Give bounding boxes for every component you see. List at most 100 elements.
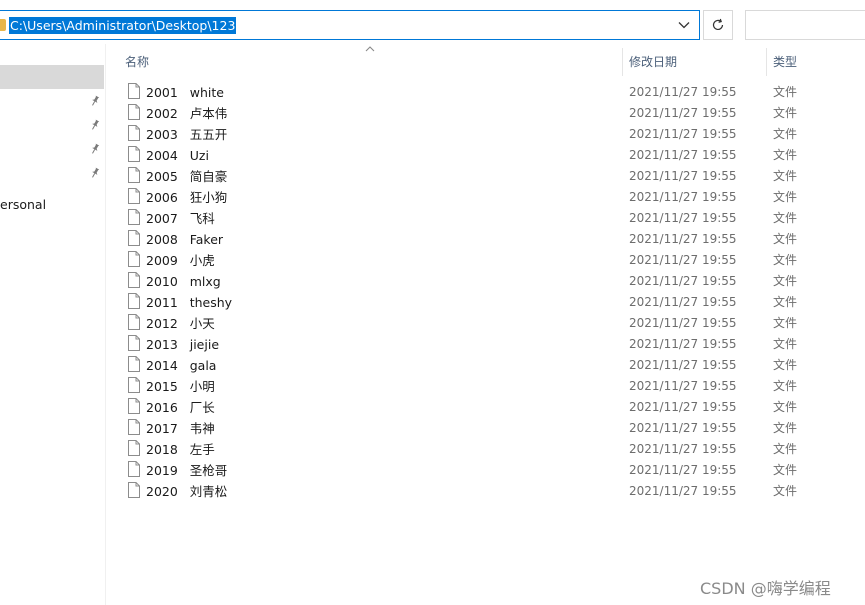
file-row[interactable]: 2005 简自豪 2021/11/27 19:55 文件 <box>120 166 865 187</box>
file-name: 2007 飞科 <box>146 211 215 226</box>
file-date-modified: 2021/11/27 19:55 <box>629 232 737 246</box>
file-icon <box>128 125 140 141</box>
file-type: 文件 <box>773 106 798 120</box>
file-date-modified: 2021/11/27 19:55 <box>629 211 737 225</box>
file-row[interactable]: 2007 飞科 2021/11/27 19:55 文件 <box>120 208 865 229</box>
file-name: 2019 圣枪哥 <box>146 463 228 478</box>
file-type: 文件 <box>773 85 798 99</box>
file-icon <box>128 356 140 372</box>
file-name: 2008 Faker <box>146 232 224 247</box>
file-date-modified: 2021/11/27 19:55 <box>629 85 737 99</box>
watermark: CSDN @嗨学编程 <box>700 579 831 598</box>
file-name: 2011 theshy <box>146 295 233 310</box>
file-type: 文件 <box>773 316 798 330</box>
file-row[interactable]: 2020 刘青松 2021/11/27 19:55 文件 <box>120 481 865 502</box>
file-row[interactable]: 2006 狂小狗 2021/11/27 19:55 文件 <box>120 187 865 208</box>
file-row[interactable]: 2004 Uzi 2021/11/27 19:55 文件 <box>120 145 865 166</box>
file-icon <box>128 461 140 477</box>
folder-icon <box>0 19 6 31</box>
file-row[interactable]: 2015 小明 2021/11/27 19:55 文件 <box>120 376 865 397</box>
file-type: 文件 <box>773 337 798 351</box>
file-date-modified: 2021/11/27 19:55 <box>629 148 737 162</box>
file-type: 文件 <box>773 169 798 183</box>
refresh-icon <box>712 18 724 31</box>
file-icon <box>128 167 140 183</box>
file-type: 文件 <box>773 463 798 477</box>
file-date-modified: 2021/11/27 19:55 <box>629 337 737 351</box>
file-row[interactable]: 2008 Faker 2021/11/27 19:55 文件 <box>120 229 865 250</box>
file-date-modified: 2021/11/27 19:55 <box>629 169 737 183</box>
file-icon <box>128 482 140 498</box>
file-date-modified: 2021/11/27 19:55 <box>629 253 737 267</box>
file-type: 文件 <box>773 253 798 267</box>
search-input[interactable] <box>745 10 865 40</box>
file-row[interactable]: 2018 左手 2021/11/27 19:55 文件 <box>120 439 865 460</box>
file-icon <box>128 104 140 120</box>
file-date-modified: 2021/11/27 19:55 <box>629 316 737 330</box>
navigation-pane: ersonal <box>0 44 106 605</box>
file-type: 文件 <box>773 148 798 162</box>
column-header-type[interactable]: 类型 <box>773 52 797 72</box>
file-date-modified: 2021/11/27 19:55 <box>629 274 737 288</box>
file-type: 文件 <box>773 295 798 309</box>
file-name: 2013 jiejie <box>146 337 220 352</box>
pin-icon[interactable] <box>89 167 101 179</box>
file-name: 2009 小虎 <box>146 253 215 268</box>
refresh-button[interactable] <box>703 10 733 40</box>
file-date-modified: 2021/11/27 19:55 <box>629 106 737 120</box>
file-row[interactable]: 2003 五五开 2021/11/27 19:55 文件 <box>120 124 865 145</box>
file-row[interactable]: 2017 韦神 2021/11/27 19:55 文件 <box>120 418 865 439</box>
column-divider[interactable] <box>766 48 767 76</box>
pin-icon[interactable] <box>89 95 101 107</box>
file-date-modified: 2021/11/27 19:55 <box>629 127 737 141</box>
nav-selected-item[interactable] <box>0 65 104 89</box>
file-row[interactable]: 2013 jiejie 2021/11/27 19:55 文件 <box>120 334 865 355</box>
file-row[interactable]: 2011 theshy 2021/11/27 19:55 文件 <box>120 292 865 313</box>
pin-icon[interactable] <box>89 143 101 155</box>
chevron-down-icon[interactable] <box>675 16 693 34</box>
file-name: 2005 简自豪 <box>146 169 228 184</box>
column-divider[interactable] <box>622 48 623 76</box>
file-name: 2012 小天 <box>146 316 215 331</box>
file-row[interactable]: 2001 white 2021/11/27 19:55 文件 <box>120 82 865 103</box>
column-header-date-modified[interactable]: 修改日期 <box>629 52 677 72</box>
pin-icon[interactable] <box>89 119 101 131</box>
file-type: 文件 <box>773 274 798 288</box>
file-name: 2016 厂长 <box>146 400 215 415</box>
file-type: 文件 <box>773 379 798 393</box>
column-header-name[interactable]: 名称 <box>125 52 149 72</box>
file-icon <box>128 83 140 99</box>
file-type: 文件 <box>773 127 798 141</box>
file-name: 2015 小明 <box>146 379 215 394</box>
file-icon <box>128 335 140 351</box>
file-row[interactable]: 2009 小虎 2021/11/27 19:55 文件 <box>120 250 865 271</box>
file-icon <box>128 230 140 246</box>
address-bar[interactable]: C:\Users\Administrator\Desktop\123 <box>0 10 700 40</box>
address-path-text[interactable]: C:\Users\Administrator\Desktop\123 <box>9 17 237 34</box>
file-type: 文件 <box>773 421 798 435</box>
file-row[interactable]: 2012 小天 2021/11/27 19:55 文件 <box>120 313 865 334</box>
file-icon <box>128 251 140 267</box>
file-explorer-window: C:\Users\Administrator\Desktop\123 erson… <box>0 0 865 605</box>
file-date-modified: 2021/11/27 19:55 <box>629 421 737 435</box>
file-icon <box>128 314 140 330</box>
file-icon <box>128 398 140 414</box>
file-name: 2004 Uzi <box>146 148 209 163</box>
file-row[interactable]: 2010 mlxg 2021/11/27 19:55 文件 <box>120 271 865 292</box>
file-icon <box>128 188 140 204</box>
file-date-modified: 2021/11/27 19:55 <box>629 190 737 204</box>
file-row[interactable]: 2019 圣枪哥 2021/11/27 19:55 文件 <box>120 460 865 481</box>
file-row[interactable]: 2002 卢本伟 2021/11/27 19:55 文件 <box>120 103 865 124</box>
file-type: 文件 <box>773 190 798 204</box>
file-date-modified: 2021/11/27 19:55 <box>629 400 737 414</box>
nav-item-personal[interactable]: ersonal <box>0 197 46 212</box>
file-icon <box>128 293 140 309</box>
file-type: 文件 <box>773 358 798 372</box>
file-date-modified: 2021/11/27 19:55 <box>629 358 737 372</box>
file-icon <box>128 419 140 435</box>
file-row[interactable]: 2016 厂长 2021/11/27 19:55 文件 <box>120 397 865 418</box>
file-name: 2006 狂小狗 <box>146 190 228 205</box>
file-row[interactable]: 2014 gala 2021/11/27 19:55 文件 <box>120 355 865 376</box>
file-name: 2002 卢本伟 <box>146 106 228 121</box>
file-type: 文件 <box>773 211 798 225</box>
